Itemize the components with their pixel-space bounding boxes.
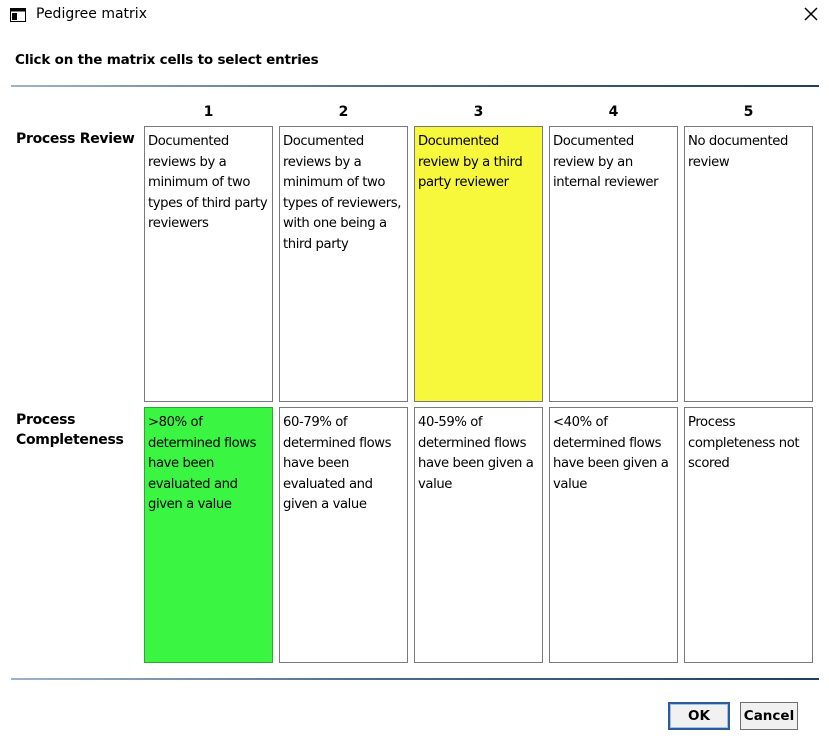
close-button[interactable] — [793, 0, 829, 30]
matrix-cell-review-4[interactable]: Documented review by an internal reviewe… — [549, 126, 678, 402]
matrix-cell-review-3-selected[interactable]: Documented review by a third party revie… — [414, 126, 543, 402]
pedigree-matrix-dialog: Pedigree matrix Click on the matrix cell… — [0, 0, 829, 741]
window-app-icon — [10, 7, 26, 22]
matrix-cell-completeness-1-selected[interactable]: >80% of determined flows have been evalu… — [144, 407, 273, 663]
column-header-4: 4 — [608, 104, 619, 120]
matrix-cell-review-2[interactable]: Documented reviews by a minimum of two t… — [279, 126, 408, 402]
window-title: Pedigree matrix — [36, 6, 147, 22]
close-icon — [804, 6, 818, 25]
column-header-5: 5 — [743, 104, 754, 120]
column-header-1: 1 — [203, 104, 214, 120]
matrix-cell-completeness-4[interactable]: <40% of determined flows have been given… — [549, 407, 678, 663]
column-header-3: 3 — [473, 104, 484, 120]
title-bar: Pedigree matrix — [0, 0, 829, 32]
cancel-button[interactable]: Cancel — [740, 702, 798, 730]
column-header-2: 2 — [338, 104, 349, 120]
row-label-process-review: Process Review — [16, 131, 135, 147]
instruction-text: Click on the matrix cells to select entr… — [15, 52, 319, 68]
matrix-cell-completeness-3[interactable]: 40-59% of determined flows have been giv… — [414, 407, 543, 663]
matrix-cell-review-1[interactable]: Documented reviews by a minimum of two t… — [144, 126, 273, 402]
matrix-cell-completeness-5[interactable]: Process completeness not scored — [684, 407, 813, 663]
ok-button[interactable]: OK — [668, 702, 730, 730]
top-separator — [11, 85, 819, 87]
row-label-process-completeness: Process Completeness — [16, 412, 124, 448]
matrix-cell-review-5[interactable]: No documented review — [684, 126, 813, 402]
matrix-cell-completeness-2[interactable]: 60-79% of determined flows have been eva… — [279, 407, 408, 663]
bottom-separator — [11, 678, 819, 680]
